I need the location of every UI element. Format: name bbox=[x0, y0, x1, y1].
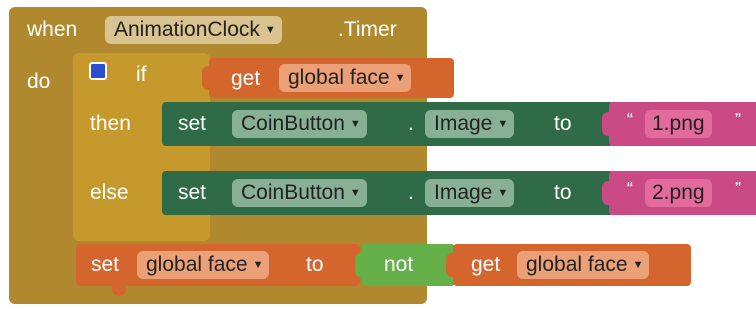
when-label: when bbox=[27, 18, 78, 41]
text-value-field[interactable]: 1.png bbox=[645, 110, 712, 138]
do-label: do bbox=[27, 70, 51, 93]
component-dropdown[interactable]: AnimationClock ▼ bbox=[105, 16, 282, 44]
condition-get-block[interactable]: get global face ▼ bbox=[209, 58, 454, 98]
text-plug bbox=[602, 112, 610, 136]
variable-dropdown-label: global face bbox=[526, 253, 628, 276]
open-quote-icon: “ bbox=[627, 179, 633, 199]
chevron-down-icon: ▼ bbox=[632, 259, 644, 271]
to-label: to bbox=[554, 112, 572, 135]
if-label: if bbox=[136, 63, 147, 86]
set-label: set bbox=[91, 253, 120, 276]
variable-dropdown[interactable]: global face ▼ bbox=[279, 64, 412, 92]
variable-dropdown-label: global face bbox=[146, 253, 248, 276]
not-label: not bbox=[384, 253, 414, 276]
then-label: then bbox=[90, 112, 131, 135]
set-label: set bbox=[178, 181, 207, 204]
else-label: else bbox=[90, 181, 129, 204]
property-dropdown[interactable]: Image ▼ bbox=[425, 179, 515, 207]
close-quote-icon: ” bbox=[735, 110, 741, 130]
chevron-down-icon: ▼ bbox=[497, 118, 509, 130]
property-dropdown-label: Image bbox=[434, 181, 493, 204]
else-text-block[interactable]: “ 2.png ” bbox=[609, 171, 756, 215]
then-text-block[interactable]: “ 1.png ” bbox=[609, 102, 756, 146]
variable-dropdown[interactable]: global face ▼ bbox=[517, 251, 650, 279]
variable-dropdown-label: global face bbox=[288, 66, 390, 89]
condition-plug bbox=[202, 66, 210, 90]
event-name-label: .Timer bbox=[338, 18, 397, 41]
component-dropdown[interactable]: CoinButton ▼ bbox=[232, 179, 367, 207]
dot-label: . bbox=[408, 181, 414, 204]
get-variable-block[interactable]: get global face ▼ bbox=[453, 244, 691, 286]
open-quote-icon: “ bbox=[627, 110, 633, 130]
chevron-down-icon: ▼ bbox=[394, 72, 406, 84]
to-label: to bbox=[554, 181, 572, 204]
text-value-field[interactable]: 2.png bbox=[645, 179, 712, 207]
chevron-down-icon: ▼ bbox=[264, 24, 276, 36]
set-label: set bbox=[178, 112, 207, 135]
chevron-down-icon: ▼ bbox=[349, 118, 361, 130]
chevron-down-icon: ▼ bbox=[349, 187, 361, 199]
else-set-block[interactable]: set CoinButton ▼ . Image ▼ to bbox=[162, 171, 614, 215]
property-dropdown-label: Image bbox=[434, 112, 493, 135]
get-label: get bbox=[231, 67, 261, 90]
then-set-block[interactable]: set CoinButton ▼ . Image ▼ to bbox=[162, 102, 614, 146]
variable-dropdown[interactable]: global face ▼ bbox=[137, 251, 270, 279]
chevron-down-icon: ▼ bbox=[497, 187, 509, 199]
component-dropdown-label: AnimationClock bbox=[114, 18, 260, 41]
set-variable-block[interactable]: set global face ▼ to bbox=[76, 244, 360, 286]
variable-plug bbox=[446, 253, 454, 277]
property-dropdown[interactable]: Image ▼ bbox=[425, 110, 515, 138]
close-quote-icon: ” bbox=[735, 179, 741, 199]
chevron-down-icon: ▼ bbox=[252, 259, 264, 271]
text-plug bbox=[602, 181, 610, 205]
to-label: to bbox=[306, 253, 324, 276]
component-dropdown-label: CoinButton bbox=[241, 112, 345, 135]
component-dropdown[interactable]: CoinButton ▼ bbox=[232, 110, 367, 138]
logic-plug bbox=[355, 253, 363, 277]
mutator-gear-icon[interactable] bbox=[89, 62, 107, 80]
get-label: get bbox=[471, 253, 501, 276]
dot-label: . bbox=[408, 112, 414, 135]
component-dropdown-label: CoinButton bbox=[241, 181, 345, 204]
not-block[interactable]: not bbox=[362, 244, 455, 286]
